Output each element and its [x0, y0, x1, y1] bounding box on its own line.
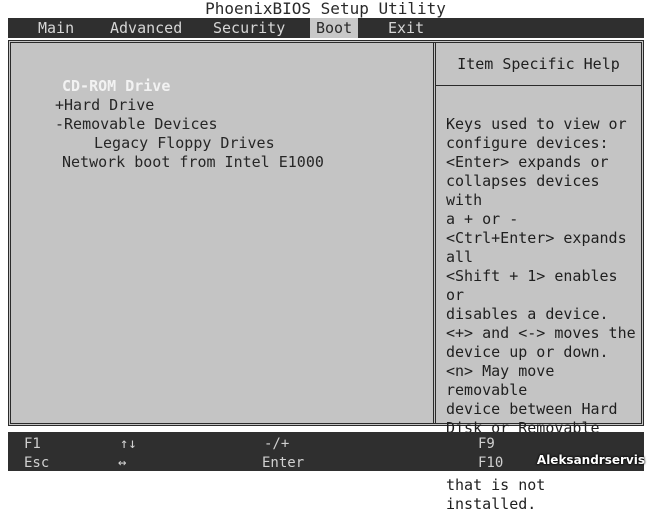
key-f9: F9: [478, 436, 495, 452]
boot-item-hard-drive[interactable]: +Hard Drive: [55, 96, 154, 115]
boot-item-legacy-floppy[interactable]: Legacy Floppy Drives: [94, 134, 275, 153]
watermark: Aleksandrservis: [536, 453, 645, 467]
key-up-down-arrows: ↑↓: [120, 436, 137, 452]
help-line: <Enter> expands or: [446, 153, 609, 171]
help-line: collapses devices with: [446, 172, 600, 209]
help-line: <+> and <-> moves the: [446, 324, 636, 342]
boot-panel: CD-ROM Drive +Hard Drive -Removable Devi…: [8, 40, 644, 513]
help-line: a + or -: [446, 210, 519, 228]
boot-item-removable-devices[interactable]: -Removable Devices: [55, 115, 218, 134]
key-minus-plus: -/+: [264, 436, 290, 452]
key-left-right-arrows: ↔: [118, 455, 127, 471]
menu-security[interactable]: Security: [207, 18, 291, 38]
menu-main[interactable]: Main: [32, 18, 80, 38]
help-line: <Ctrl+Enter> expands: [446, 229, 627, 247]
help-line: Keys used to view or: [446, 115, 627, 133]
help-line: all: [446, 248, 474, 266]
key-esc: Esc: [24, 455, 50, 471]
help-line: <Shift + 1> enables or: [446, 267, 618, 304]
menu-bar: Main Advanced Security Boot Exit: [8, 18, 644, 38]
help-title: Item Specific Help: [436, 43, 641, 86]
menu-advanced[interactable]: Advanced: [104, 18, 188, 38]
boot-item-cdrom[interactable]: CD-ROM Drive: [62, 77, 170, 96]
key-enter: Enter: [262, 455, 305, 471]
help-line: device between Hard: [446, 400, 618, 418]
help-line: configure devices:: [446, 134, 609, 152]
key-f1: F1: [24, 436, 41, 452]
menu-boot[interactable]: Boot: [310, 18, 359, 38]
menu-exit[interactable]: Exit: [382, 18, 430, 38]
boot-item-network-boot[interactable]: Network boot from Intel E1000: [62, 153, 324, 172]
help-line: device up or down.: [446, 343, 609, 361]
window-title: PhoenixBIOS Setup Utility: [205, 0, 446, 18]
key-f10: F10: [478, 455, 504, 471]
help-line: <n> May move removable: [446, 362, 555, 399]
help-line: disables a device.: [446, 305, 609, 323]
panel-divider: [433, 43, 436, 423]
help-line: that is not installed.: [446, 476, 546, 513]
